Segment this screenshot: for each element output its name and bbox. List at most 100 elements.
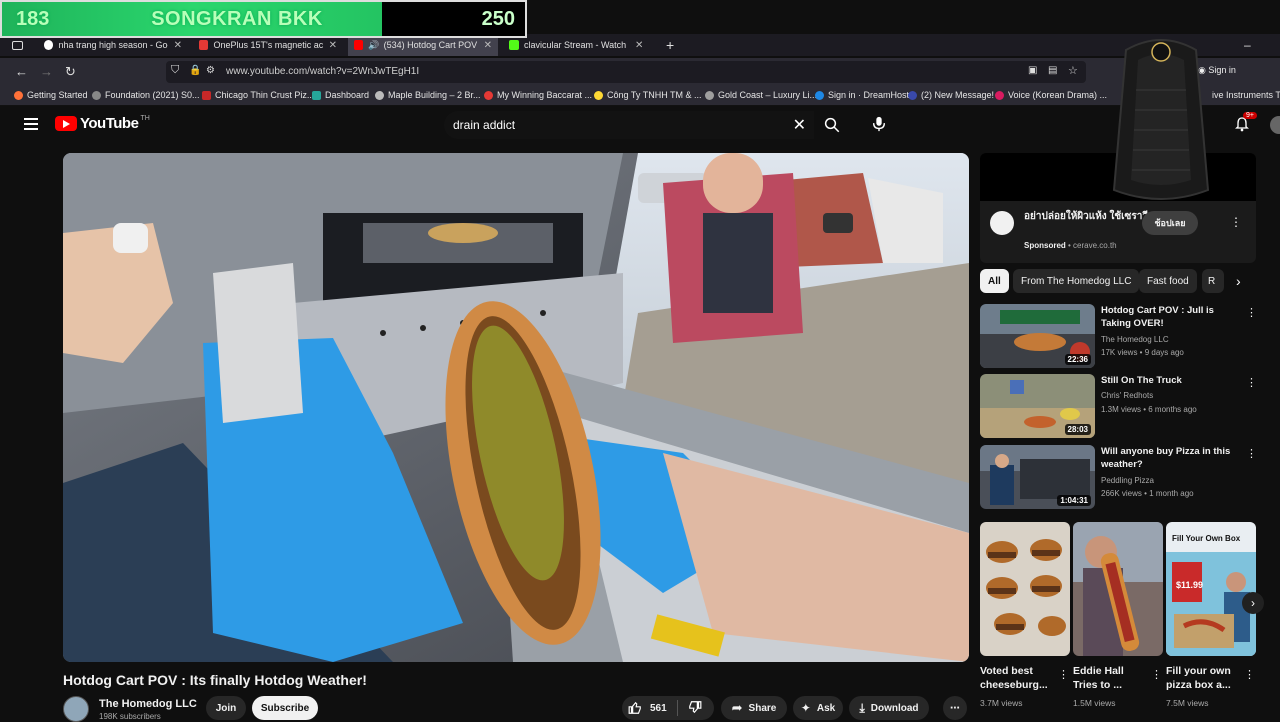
ad-cta-button[interactable]: ช้อปเลย: [1142, 211, 1198, 235]
search-button[interactable]: [814, 111, 850, 139]
minimize-icon[interactable]: –: [1238, 34, 1257, 56]
screenshot-icon[interactable]: ▣: [1028, 65, 1037, 76]
bookmark-item[interactable]: Dashboard: [312, 90, 369, 100]
overlay-right-number: 250: [382, 2, 525, 36]
subscribe-button[interactable]: Subscribe: [252, 696, 318, 720]
ask-button[interactable]: ✦ Ask: [793, 696, 843, 720]
more-options-icon[interactable]: ⋮: [1151, 668, 1162, 681]
video-thumbnail[interactable]: 22:36: [980, 304, 1095, 368]
lock-icon[interactable]: 🔒: [189, 65, 201, 76]
more-options-icon[interactable]: ⋮: [1246, 376, 1257, 389]
download-button[interactable]: ⤓ Download: [849, 696, 929, 720]
video-duration: 1:04:31: [1057, 495, 1091, 506]
recommended-video[interactable]: 1:04:31 Will anyone buy Pizza in this we…: [980, 445, 1257, 511]
more-actions-icon[interactable]: ⋯: [943, 696, 967, 720]
chip-all[interactable]: All: [980, 269, 1009, 293]
notifications-button[interactable]: 9+: [1234, 112, 1257, 137]
forward-arrow-icon[interactable]: →: [40, 64, 53, 79]
bookmark-item[interactable]: Foundation (2021) S0...: [92, 90, 200, 100]
chevron-right-icon[interactable]: ›: [1236, 273, 1241, 289]
streamer-webcam: [1096, 30, 1226, 208]
bookmark-item[interactable]: Gold Coast – Luxury Li...: [705, 90, 817, 100]
short-title[interactable]: Voted best cheeseburg...: [980, 664, 1052, 692]
new-tab-button[interactable]: +: [660, 34, 680, 56]
youtube-logo[interactable]: YouTube TH: [55, 115, 150, 132]
more-options-icon[interactable]: ⋮: [1246, 447, 1257, 460]
oneplus-favicon-icon: [199, 40, 209, 50]
shield-icon[interactable]: ⛉: [171, 64, 179, 77]
address-bar[interactable]: ⛉ 🔒 ⚙ www.youtube.com/watch?v=2WnJwTEgH1…: [166, 61, 1086, 83]
video-player[interactable]: [63, 153, 969, 662]
ad-domain: cerave.co.th: [1073, 241, 1117, 250]
reload-icon[interactable]: ↻: [65, 64, 76, 80]
bookmark-star-icon[interactable]: ☆: [1068, 64, 1078, 77]
search-input[interactable]: drain addict ✕: [444, 111, 814, 139]
clear-search-icon[interactable]: ✕: [793, 115, 806, 135]
short-item[interactable]: Voted best cheeseburg... 3.7M views ⋮: [980, 522, 1070, 708]
thumbs-up-icon: [628, 701, 641, 714]
bookmark-item[interactable]: Maple Building – 2 Br...: [375, 90, 481, 100]
video-title[interactable]: Still On The Truck: [1101, 374, 1239, 387]
close-tab-icon[interactable]: ✕: [484, 40, 492, 51]
reader-view-icon[interactable]: ▤: [1048, 65, 1057, 76]
overlay-title: SONGKRAN BKK: [151, 7, 323, 30]
short-item[interactable]: Fill Your Own Box $11.99 Fill your own p…: [1166, 522, 1256, 708]
back-arrow-icon[interactable]: ←: [15, 64, 28, 79]
bookmark-item[interactable]: Công Ty TNHH TM & ...: [594, 90, 702, 100]
more-options-icon[interactable]: ⋮: [1244, 668, 1255, 681]
url-text[interactable]: www.youtube.com/watch?v=2WnJwTEgH1I: [226, 66, 419, 77]
menu-hamburger-icon[interactable]: [24, 118, 38, 130]
bookmark-item[interactable]: Voice (Korean Drama) ...: [995, 90, 1107, 100]
short-title[interactable]: Eddie Hall Tries to ...: [1073, 664, 1145, 692]
download-icon: ⤓: [859, 700, 865, 715]
avatar[interactable]: [1270, 116, 1280, 134]
channel-name[interactable]: The Homedog LLC: [99, 698, 197, 710]
ad-menu-icon[interactable]: ⋮: [1230, 215, 1242, 229]
channel-avatar[interactable]: [63, 696, 89, 722]
bookmark-item[interactable]: Chicago Thin Crust Piz...: [202, 90, 314, 100]
video-title[interactable]: Will anyone buy Pizza in this weather?: [1101, 445, 1239, 471]
bookmark-item[interactable]: (2) New Message!: [908, 90, 994, 100]
share-button[interactable]: ➦ Share: [721, 696, 787, 720]
more-options-icon[interactable]: ⋮: [1058, 668, 1069, 681]
chip-partial[interactable]: R: [1202, 269, 1224, 293]
chip-fast-food[interactable]: Fast food: [1139, 269, 1197, 293]
voice-search-button[interactable]: [866, 111, 892, 137]
sponsored-label: Sponsored: [1024, 241, 1066, 250]
bookmark-label: Dashboard: [325, 90, 370, 100]
close-tab-icon[interactable]: ✕: [329, 40, 337, 51]
short-thumbnail[interactable]: [1073, 522, 1163, 656]
cerave-logo: [990, 211, 1014, 235]
like-button[interactable]: 561: [628, 701, 667, 715]
close-tab-icon[interactable]: ✕: [635, 40, 643, 51]
join-button[interactable]: Join: [206, 696, 246, 720]
short-thumbnail[interactable]: Fill Your Own Box $11.99: [1166, 522, 1256, 656]
video-thumbnail[interactable]: 28:03: [980, 374, 1095, 438]
close-tab-icon[interactable]: ✕: [174, 40, 182, 51]
short-thumbnail[interactable]: [980, 522, 1070, 656]
video-title[interactable]: Hotdog Cart POV : Jull is Taking OVER!: [1101, 304, 1239, 330]
permissions-icon[interactable]: ⚙: [206, 65, 215, 76]
channel-name[interactable]: Chris' Redhots: [1101, 391, 1153, 400]
recommended-video[interactable]: 28:03 Still On The Truck Chris' Redhots …: [980, 374, 1257, 440]
dislike-button[interactable]: [688, 700, 702, 717]
bookmark-label: Voice (Korean Drama) ...: [1008, 90, 1108, 100]
bookmark-item[interactable]: My Winning Baccarat ...: [484, 90, 592, 100]
google-favicon-icon: [44, 40, 54, 50]
chip-from-channel[interactable]: From The Homedog LLC: [1013, 269, 1140, 293]
more-options-icon[interactable]: ⋮: [1246, 306, 1257, 319]
short-item[interactable]: Eddie Hall Tries to ... 1.5M views ⋮: [1073, 522, 1163, 708]
short-title[interactable]: Fill your own pizza box a...: [1166, 664, 1238, 692]
overlay-left-panel: 183 SONGKRAN BKK: [2, 2, 382, 36]
bookmark-item[interactable]: Sign in · DreamHost: [815, 90, 909, 100]
shorts-next-button[interactable]: ›: [1242, 592, 1264, 614]
short-views: 1.5M views: [1073, 698, 1116, 708]
channel-name[interactable]: Peddling Pizza: [1101, 476, 1154, 485]
video-thumbnail[interactable]: 1:04:31: [980, 445, 1095, 509]
recommended-video[interactable]: 22:36 Hotdog Cart POV : Jull is Taking O…: [980, 304, 1257, 370]
search-query[interactable]: drain addict: [453, 118, 515, 132]
ad-title[interactable]: อย่าปล่อยให้ผิวแห้ง ใช้เซราวี: [1024, 210, 1154, 224]
channel-name[interactable]: The Homedog LLC: [1101, 335, 1169, 344]
thumbs-down-icon: [688, 700, 702, 713]
bookmark-item[interactable]: Getting Started: [14, 90, 88, 100]
